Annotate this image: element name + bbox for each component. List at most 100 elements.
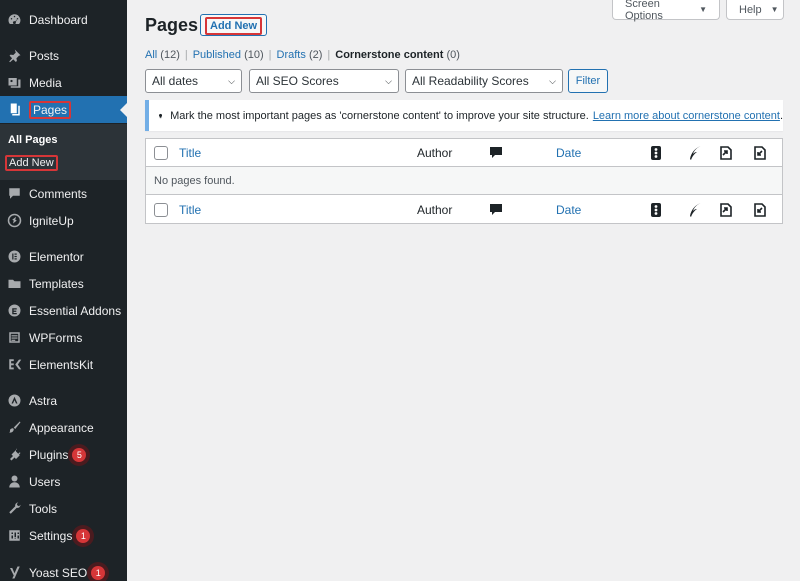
menu-wpforms-label: WPForms [29,330,83,345]
seo-score-value: All SEO Scores [256,74,339,88]
column-author: Author [417,145,453,160]
yoast-badge: 1 [91,565,106,580]
menu-templates[interactable]: Templates [0,270,127,297]
plugin-icon [7,447,22,462]
submenu-add-new[interactable]: Add New [5,155,58,171]
seo-score-icon [648,145,664,161]
column-title-sort[interactable]: Title [179,146,201,160]
select-all-checkbox-footer[interactable] [154,203,168,217]
notice-tail: . [779,109,783,122]
yoast-icon [7,565,22,580]
menu-astra[interactable]: Astra [0,387,127,414]
pages-table: Title Author Date No pages found. Title … [145,138,783,224]
admin-sidebar: Dashboard Posts Media Pages All Pages Ad… [0,0,127,581]
user-icon [7,474,22,489]
date-filter-select[interactable]: All dates ⌵ [145,69,242,93]
view-drafts-label: Drafts [276,49,306,61]
menu-igniteup-label: IgniteUp [29,213,74,228]
menu-pages[interactable]: Pages [0,96,127,123]
column-date-sort[interactable]: Date [556,146,581,160]
chevron-down-icon: ⌵ [549,75,556,86]
readability-quill-icon [687,145,703,161]
lightbulb-icon [159,113,163,118]
menu-templates-label: Templates [29,276,84,291]
select-all-checkbox[interactable] [154,145,168,160]
menu-essential-addons[interactable]: Essential Addons [0,297,127,324]
brush-icon [7,420,22,435]
chevron-down-icon: ⌵ [228,75,235,86]
help-button[interactable]: Help ▼ [726,0,784,20]
view-cornerstone-link[interactable]: Cornerstone content (0) [335,49,460,61]
readability-score-select[interactable]: All Readability Scores ⌵ [405,69,563,93]
filter-button[interactable]: Filter [568,69,608,93]
submenu-all-pages[interactable]: All Pages [8,134,58,146]
view-filters: All (12) | Published (10) | Drafts (2) | Corne… [145,49,460,61]
notice-text: Mark the most important pages as 'corner… [170,109,589,122]
view-published-link[interactable]: Published (10) [193,49,264,61]
menu-igniteup[interactable]: IgniteUp [0,207,127,234]
screen-options-button[interactable]: Screen Options ▼ [612,0,720,22]
chevron-down-icon: ⌵ [385,75,392,86]
notice-learn-more-link[interactable]: Learn more about cornerstone content [593,110,780,122]
add-new-label: Add New [205,17,263,35]
seo-score-select[interactable]: All SEO Scores ⌵ [249,69,399,93]
caret-down-icon: ▼ [699,5,707,14]
menu-wpforms[interactable]: WPForms [0,324,127,351]
menu-elementskit[interactable]: ElementsKit [0,351,127,378]
page-title: Pages [145,15,199,35]
comment-icon [488,202,504,218]
media-icon [7,75,22,90]
menu-tools[interactable]: Tools [0,495,127,522]
menu-plugins-label: Plugins [29,447,69,462]
table-header-row: Title Author Date [146,139,782,167]
column-title-sort-footer[interactable]: Title [179,203,201,217]
caret-down-icon: ▼ [770,5,779,14]
menu-tools-label: Tools [29,501,58,516]
wpforms-icon [7,330,22,345]
outgoing-links-icon [718,145,734,161]
pin-icon [7,48,22,63]
main-content: Screen Options ▼ Help ▼ Pages Add New Al… [127,0,800,581]
view-cornerstone-label: Cornerstone content [335,49,444,61]
readability-quill-icon [687,202,703,218]
view-published-label: Published [192,49,242,61]
screen-options-label: Screen Options [625,0,663,22]
menu-posts[interactable]: Posts [0,42,127,69]
menu-media-label: Media [29,75,62,90]
menu-yoast-seo[interactable]: Yoast SEO 1 [0,559,127,581]
menu-pages-label: Pages [29,100,72,119]
folder-icon [7,276,22,291]
menu-elementor[interactable]: Elementor [0,243,127,270]
view-all-count: (12) [160,49,180,61]
incoming-links-icon [752,145,768,161]
astra-icon [7,393,22,408]
menu-astra-label: Astra [29,393,58,408]
settings-icon [7,528,22,543]
menu-media[interactable]: Media [0,69,127,96]
menu-yoast-seo-label: Yoast SEO [29,565,88,580]
view-all-link[interactable]: All (12) [145,49,180,61]
incoming-links-icon [752,202,768,218]
view-drafts-count: (2) [308,49,323,61]
view-published-count: (10) [244,49,264,61]
menu-appearance-label: Appearance [29,420,94,435]
seo-score-icon [648,202,664,218]
menu-comments[interactable]: Comments [0,180,127,207]
add-new-button[interactable]: Add New [200,14,268,36]
table-footer-row: Title Author Date [146,196,782,224]
menu-plugins[interactable]: Plugins 5 [0,441,127,468]
column-date-sort-footer[interactable]: Date [556,203,581,217]
view-drafts-link[interactable]: Drafts (2) [277,49,323,61]
help-label: Help [739,3,762,16]
table-row: No pages found. [146,167,782,195]
menu-appearance[interactable]: Appearance [0,414,127,441]
readability-score-value: All Readability Scores [412,74,529,88]
menu-settings-label: Settings [29,528,73,543]
wrench-icon [7,501,22,516]
no-pages-message: No pages found. [154,174,235,187]
menu-posts-label: Posts [29,48,60,63]
menu-dashboard[interactable]: Dashboard [0,6,127,33]
menu-essential-addons-label: Essential Addons [29,303,122,318]
menu-settings[interactable]: Settings 1 [0,522,127,549]
menu-users[interactable]: Users [0,468,127,495]
